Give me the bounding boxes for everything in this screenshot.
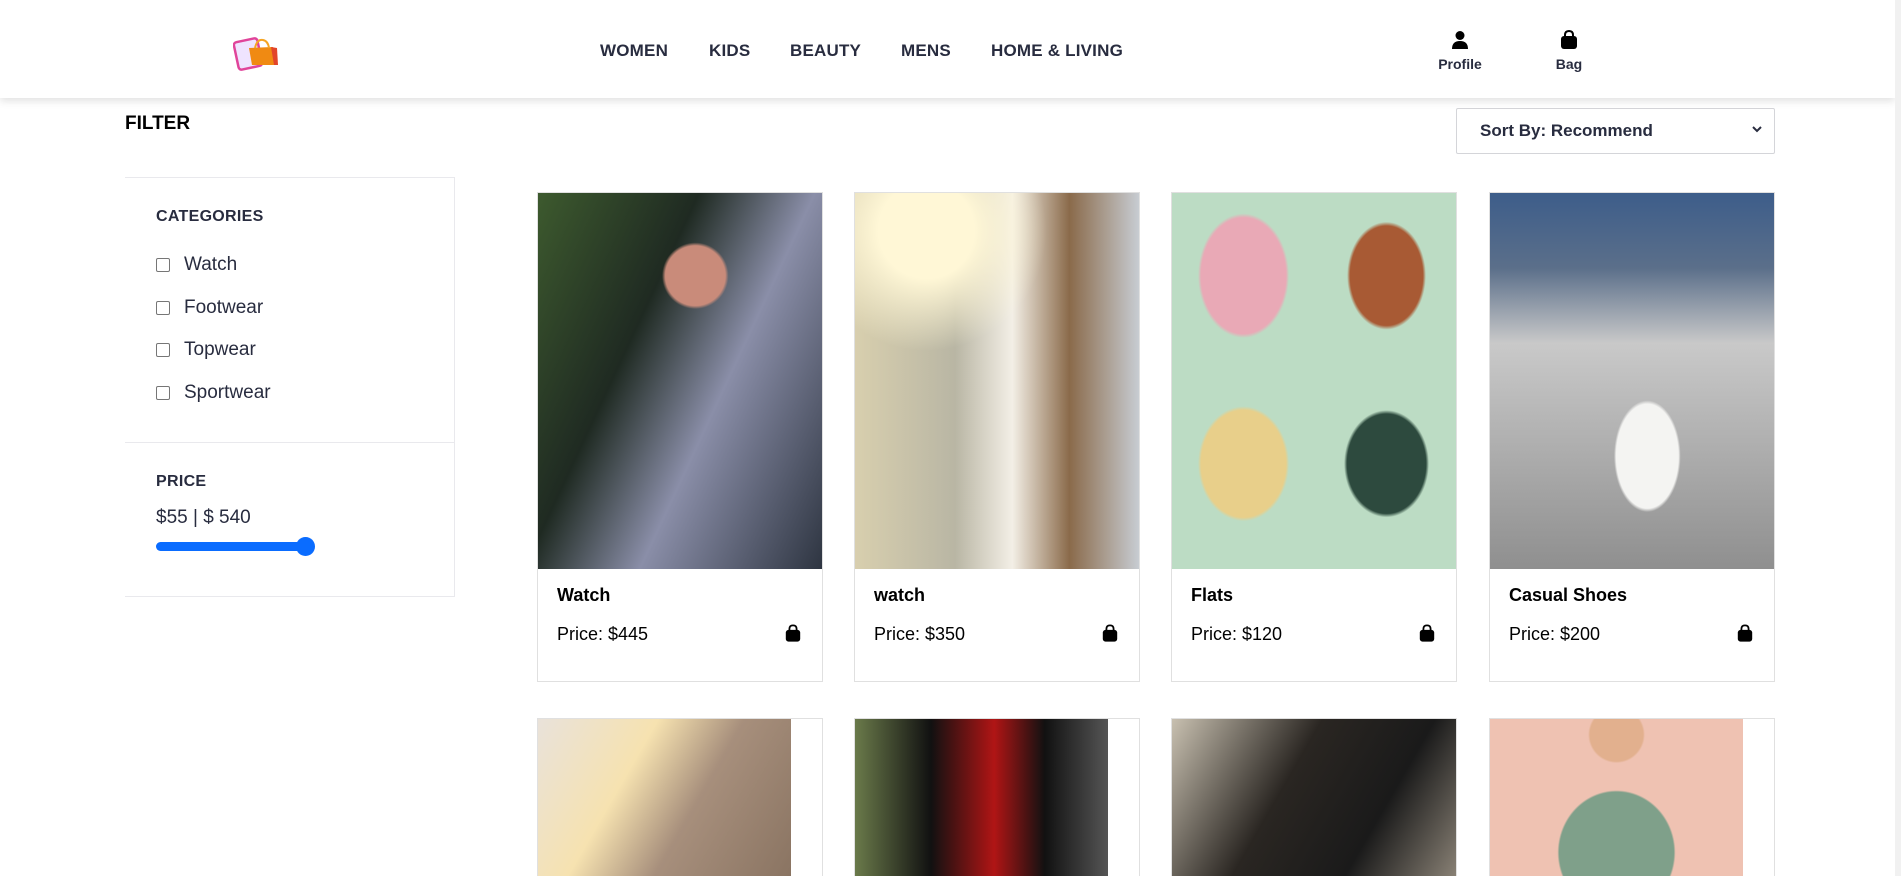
categories-section: CATEGORIES Watch Footwear Topwear Sportw… — [125, 178, 454, 443]
category-label: Topwear — [184, 339, 256, 361]
price-range-text: $55 | $ 540 — [156, 507, 251, 528]
add-to-bag-icon[interactable] — [1418, 624, 1436, 643]
checkbox[interactable] — [156, 385, 170, 400]
scrollbar[interactable] — [1895, 0, 1901, 876]
chevron-down-icon — [1752, 126, 1762, 133]
checkbox[interactable] — [156, 343, 170, 358]
product-image[interactable] — [855, 719, 1108, 876]
product-image[interactable] — [855, 193, 1139, 569]
product-card[interactable] — [537, 718, 823, 876]
product-price: Price: $350 — [874, 624, 966, 644]
sort-label: Sort By: Recommend — [1480, 121, 1653, 140]
price-section: PRICE $55 | $ 540 — [125, 443, 454, 596]
product-card[interactable]: watch Price: $350 — [854, 192, 1140, 682]
product-card[interactable]: Watch Price: $445 — [537, 192, 823, 682]
category-topwear[interactable]: Topwear — [156, 329, 454, 372]
top-header: WOMEN KIDS BEAUTY MENS HOME & LIVING Pro… — [0, 0, 1895, 98]
product-card[interactable]: Flats Price: $120 — [1171, 192, 1457, 682]
category-footwear[interactable]: Footwear — [156, 287, 454, 330]
shopping-bag-logo-icon[interactable] — [233, 34, 281, 72]
categories-title: CATEGORIES — [156, 208, 264, 225]
product-card[interactable] — [854, 718, 1140, 876]
checkbox[interactable] — [156, 300, 170, 315]
checkbox[interactable] — [156, 258, 170, 273]
product-image[interactable] — [538, 193, 822, 569]
add-to-bag-icon[interactable] — [1736, 624, 1754, 643]
nav-home-living[interactable]: HOME & LIVING — [991, 41, 1123, 61]
bag-icon — [1561, 30, 1577, 49]
product-image[interactable] — [538, 719, 791, 876]
product-name: Flats — [1191, 585, 1234, 605]
category-label: Sportwear — [184, 381, 271, 403]
product-card[interactable]: Casual Shoes Price: $200 — [1489, 192, 1775, 682]
nav-mens[interactable]: MENS — [901, 41, 951, 61]
product-name: Casual Shoes — [1509, 585, 1628, 605]
category-sportwear[interactable]: Sportwear — [156, 372, 454, 415]
nav-kids[interactable]: KIDS — [709, 41, 750, 61]
nav-beauty[interactable]: BEAUTY — [790, 41, 861, 61]
slider-thumb[interactable] — [296, 537, 315, 556]
slider-track — [156, 542, 306, 551]
product-price: Price: $200 — [1509, 624, 1601, 644]
add-to-bag-icon[interactable] — [784, 624, 802, 643]
filter-title: FILTER — [125, 113, 191, 134]
bag-button[interactable]: Bag — [1529, 30, 1609, 72]
profile-label: Profile — [1438, 56, 1482, 72]
category-watch[interactable]: Watch — [156, 244, 454, 287]
profile-button[interactable]: Profile — [1420, 30, 1500, 72]
product-name: watch — [874, 585, 926, 605]
product-card[interactable] — [1171, 718, 1457, 876]
sort-select[interactable]: Sort By: Recommend — [1456, 108, 1775, 154]
product-card[interactable] — [1489, 718, 1775, 876]
product-price: Price: $445 — [557, 624, 649, 644]
nav-women[interactable]: WOMEN — [600, 41, 668, 61]
category-label: Watch — [184, 254, 238, 276]
price-title: PRICE — [156, 473, 207, 490]
product-image[interactable] — [1172, 193, 1456, 569]
category-label: Footwear — [184, 296, 264, 318]
product-image[interactable] — [1172, 719, 1456, 876]
product-price: Price: $120 — [1191, 624, 1283, 644]
user-icon — [1452, 31, 1468, 49]
product-name: Watch — [557, 585, 611, 605]
add-to-bag-icon[interactable] — [1101, 624, 1119, 643]
product-image[interactable] — [1490, 719, 1743, 876]
filter-panel: CATEGORIES Watch Footwear Topwear Sportw… — [125, 177, 455, 597]
bag-label: Bag — [1555, 56, 1583, 72]
price-slider[interactable] — [156, 535, 316, 557]
product-image[interactable] — [1490, 193, 1774, 569]
